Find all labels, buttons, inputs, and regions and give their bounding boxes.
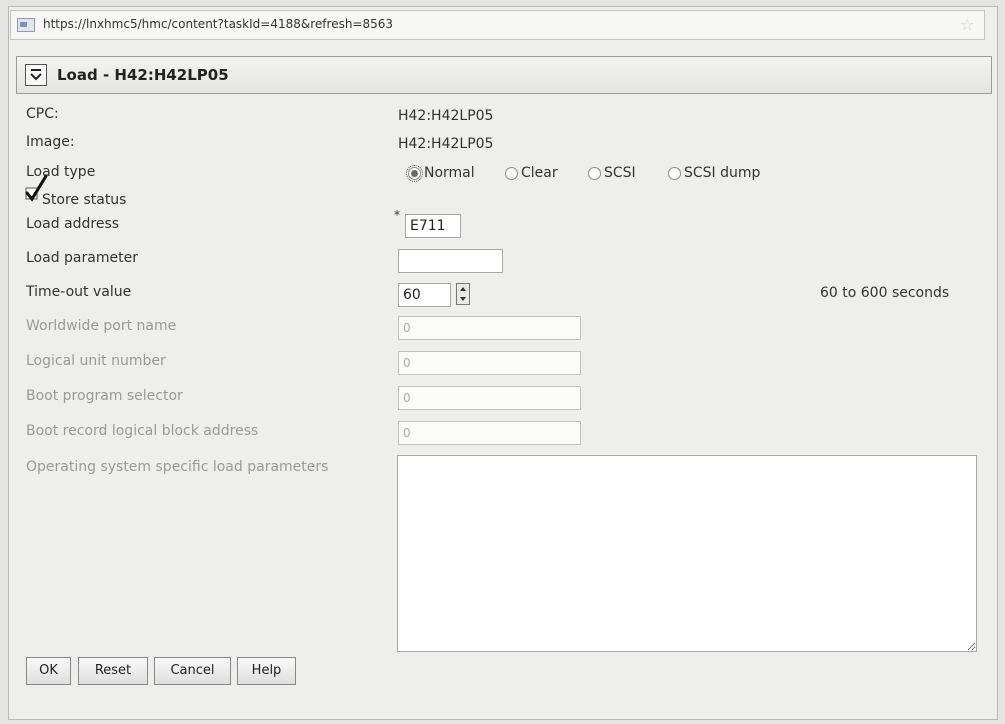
timeout-range-hint: 60 to 600 seconds (820, 285, 950, 301)
ok-button[interactable]: OK (26, 657, 71, 685)
boot-program-input[interactable] (398, 386, 581, 410)
load-type-normal-label: Normal (424, 165, 475, 181)
load-parameter-input[interactable] (398, 249, 503, 273)
boot-record-label: Boot record logical block address (26, 423, 259, 439)
timeout-spinner-icon[interactable] (456, 283, 470, 305)
load-type-scsi-dump-label: SCSI dump (684, 165, 761, 181)
cancel-button[interactable]: Cancel (154, 657, 231, 685)
lun-input[interactable] (398, 351, 581, 375)
timeout-input[interactable] (398, 283, 451, 307)
cpc-label: CPC: (26, 106, 59, 122)
load-address-input[interactable] (405, 214, 461, 238)
lun-label: Logical unit number (26, 353, 166, 369)
os-params-textarea[interactable] (397, 455, 977, 652)
bookmark-star-icon[interactable]: ☆ (958, 16, 976, 34)
url-text: https://lnxhmc5/hmc/content?taskId=4188&… (43, 17, 394, 31)
task-title-bar: Load - H42:H42LP05 (16, 56, 992, 94)
wwpn-label: Worldwide port name (26, 318, 177, 334)
store-status-label: Store status (42, 192, 127, 208)
help-button[interactable]: Help (237, 657, 296, 685)
load-type-clear-label: Clear (521, 165, 558, 181)
radio-icon[interactable] (668, 166, 681, 180)
load-type-scsi-dump-radio[interactable]: SCSI dump (668, 165, 760, 181)
radio-selected-icon[interactable] (406, 164, 423, 182)
reset-button[interactable]: Reset (78, 657, 148, 685)
boot-program-label: Boot program selector (26, 388, 183, 404)
os-params-label: Operating system specific load parameter… (26, 459, 329, 475)
collapse-icon[interactable] (25, 64, 47, 86)
page-icon (17, 18, 35, 32)
radio-icon[interactable] (588, 166, 601, 180)
cpc-value: H42:H42LP05 (398, 108, 494, 124)
radio-icon[interactable] (505, 166, 518, 180)
load-address-label: Load address (26, 216, 120, 232)
load-parameter-label: Load parameter (26, 250, 138, 266)
image-value: H42:H42LP05 (398, 136, 494, 152)
load-type-clear-radio[interactable]: Clear (505, 165, 558, 181)
wwpn-input[interactable] (398, 316, 581, 340)
load-type-scsi-label: SCSI (604, 165, 636, 181)
timeout-label: Time-out value (26, 284, 132, 300)
image-label: Image: (26, 134, 75, 150)
boot-record-input[interactable] (398, 421, 581, 445)
page-title: Load - H42:H42LP05 (57, 66, 229, 84)
load-type-normal-radio[interactable]: Normal (406, 164, 475, 182)
required-marker: * (394, 208, 400, 222)
url-bar[interactable]: https://lnxhmc5/hmc/content?taskId=4188&… (10, 10, 985, 40)
load-type-scsi-radio[interactable]: SCSI (588, 165, 636, 181)
